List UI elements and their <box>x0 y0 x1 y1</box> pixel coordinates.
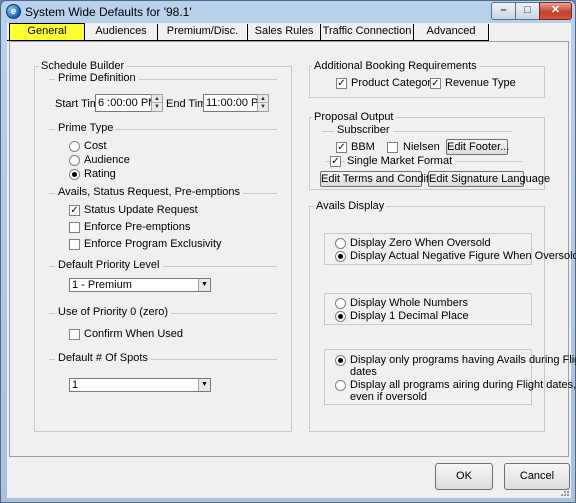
schedule-builder-group: Schedule Builder Prime Definition Start … <box>34 60 292 432</box>
single-market-label[interactable]: Single Market Format <box>344 155 456 167</box>
priority-level-title: Default Priority Level <box>55 259 163 271</box>
general-tab-panel: Schedule Builder Prime Definition Start … <box>9 41 576 457</box>
spin-down-icon[interactable]: ▼ <box>152 103 162 111</box>
close-button[interactable]: ✕ <box>539 2 572 20</box>
tab-premium-disc[interactable]: Premium/Disc. <box>158 24 248 41</box>
all-programs-label-line1[interactable]: Display all programs airing during Fligh… <box>350 379 576 391</box>
product-category-checkbox[interactable]: ✓ <box>336 78 347 89</box>
title-bar[interactable]: e System Wide Defaults for '98.1' – □ ✕ <box>1 1 575 23</box>
whole-numbers-label[interactable]: Display Whole Numbers <box>350 297 468 309</box>
prime-type-title: Prime Type <box>55 122 117 134</box>
chevron-down-icon[interactable]: ▼ <box>198 379 210 391</box>
edit-signature-button[interactable]: Edit Signature Language <box>428 171 550 187</box>
prime-type-rating-label[interactable]: Rating <box>84 168 116 180</box>
nielsen-label[interactable]: Nielsen <box>403 141 440 153</box>
oversold-display-subgroup: Display Zero When Oversold Display Actua… <box>324 233 576 265</box>
proposal-output-title: Proposal Output <box>312 111 396 123</box>
enforce-preemptions-label[interactable]: Enforce Pre-emptions <box>84 221 190 233</box>
all-programs-label-line2[interactable]: even if oversold <box>350 391 427 403</box>
edit-terms-button[interactable]: Edit Terms and Conditions <box>320 171 449 187</box>
dialog-client-area: General Audiences Premium/Disc. Sales Ru… <box>7 23 576 498</box>
revenue-type-label[interactable]: Revenue Type <box>445 77 516 89</box>
display-negative-radio[interactable] <box>335 251 346 262</box>
bbm-label[interactable]: BBM <box>351 141 375 153</box>
prime-type-audience-radio[interactable] <box>69 155 80 166</box>
start-time-spinner[interactable]: ▲ ▼ <box>151 94 163 112</box>
display-negative-label[interactable]: Display Actual Negative Figure When Over… <box>350 250 576 262</box>
booking-requirements-group: Additional Booking Requirements ✓ Produc… <box>309 60 545 98</box>
booking-requirements-title: Additional Booking Requirements <box>312 60 479 72</box>
chevron-down-icon[interactable]: ▼ <box>198 279 210 291</box>
end-time-field[interactable]: 11:00:00 PM <box>203 94 268 112</box>
product-category-label[interactable]: Product Category <box>351 77 437 89</box>
avails-section-title: Avails, Status Request, Pre-emptions <box>55 186 243 198</box>
enforce-preemptions-checkbox[interactable] <box>69 222 80 233</box>
all-programs-radio[interactable] <box>335 380 346 391</box>
bbm-checkbox[interactable]: ✓ <box>336 142 347 153</box>
nielsen-checkbox[interactable] <box>387 142 398 153</box>
enforce-exclusivity-checkbox[interactable] <box>69 239 80 250</box>
tab-advanced[interactable]: Advanced <box>414 24 489 41</box>
tab-strip: General Audiences Premium/Disc. Sales Ru… <box>7 23 571 41</box>
avails-display-title: Avails Display <box>314 200 387 212</box>
enforce-exclusivity-label[interactable]: Enforce Program Exclusivity <box>84 238 222 250</box>
programs-with-avails-radio[interactable] <box>335 355 346 366</box>
programs-with-avails-label-line2[interactable]: dates <box>350 366 377 378</box>
spin-up-icon[interactable]: ▲ <box>152 95 162 103</box>
num-spots-value: 1 <box>72 379 79 391</box>
prime-type-rating-radio[interactable] <box>69 169 80 180</box>
single-market-checkbox[interactable]: ✓ <box>330 156 341 167</box>
dialog-window: e System Wide Defaults for '98.1' – □ ✕ … <box>0 0 576 503</box>
number-format-subgroup: Display Whole Numbers Display 1 Decimal … <box>324 293 532 325</box>
priority-level-select[interactable]: 1 - Premium ▼ <box>69 278 211 292</box>
priority-zero-title: Use of Priority 0 (zero) <box>55 306 172 318</box>
ok-button[interactable]: OK <box>435 463 493 490</box>
prime-definition-title: Prime Definition <box>55 72 139 84</box>
num-spots-title: Default # Of Spots <box>55 352 151 364</box>
spin-down-icon[interactable]: ▼ <box>258 103 268 111</box>
num-spots-select[interactable]: 1 ▼ <box>69 378 211 392</box>
app-globe-icon[interactable]: e <box>6 4 21 19</box>
proposal-output-group: Proposal Output Subscriber ✓ BBM Nielsen… <box>309 111 550 190</box>
whole-numbers-radio[interactable] <box>335 298 346 309</box>
priority-level-value: 1 - Premium <box>72 279 132 291</box>
status-update-label[interactable]: Status Update Request <box>84 204 198 216</box>
spin-up-icon[interactable]: ▲ <box>258 95 268 103</box>
prime-type-cost-label[interactable]: Cost <box>84 140 107 152</box>
decimal-place-radio[interactable] <box>335 311 346 322</box>
avails-display-group: Avails Display Display Zero When Oversol… <box>309 200 576 432</box>
tab-traffic-connection[interactable]: Traffic Connection <box>321 24 414 41</box>
end-time-spinner[interactable]: ▲ ▼ <box>257 94 269 112</box>
start-time-field[interactable]: 6 :00:00 PM <box>95 94 157 112</box>
revenue-type-checkbox[interactable]: ✓ <box>430 78 441 89</box>
decimal-place-label[interactable]: Display 1 Decimal Place <box>350 310 469 322</box>
edit-footer-button[interactable]: Edit Footer... <box>446 139 509 155</box>
confirm-when-used-checkbox[interactable] <box>69 329 80 340</box>
programs-with-avails-label-line1[interactable]: Display only programs having Avails duri… <box>350 354 576 366</box>
resize-grip-icon[interactable] <box>559 486 569 496</box>
prime-type-audience-label[interactable]: Audience <box>84 154 130 166</box>
status-update-checkbox[interactable]: ✓ <box>69 205 80 216</box>
tab-general[interactable]: General <box>9 23 85 41</box>
tab-audiences[interactable]: Audiences <box>85 24 158 41</box>
program-display-subgroup: Display only programs having Avails duri… <box>324 349 576 405</box>
display-zero-radio[interactable] <box>335 238 346 249</box>
minimize-button[interactable]: – <box>491 2 516 20</box>
subscriber-title: Subscriber <box>334 124 393 136</box>
prime-type-cost-radio[interactable] <box>69 141 80 152</box>
tab-sales-rules[interactable]: Sales Rules <box>248 24 321 41</box>
confirm-when-used-label[interactable]: Confirm When Used <box>84 328 183 340</box>
display-zero-label[interactable]: Display Zero When Oversold <box>350 237 491 249</box>
schedule-builder-title: Schedule Builder <box>39 60 127 72</box>
window-title: System Wide Defaults for '98.1' <box>25 5 192 19</box>
maximize-button[interactable]: □ <box>515 2 540 20</box>
